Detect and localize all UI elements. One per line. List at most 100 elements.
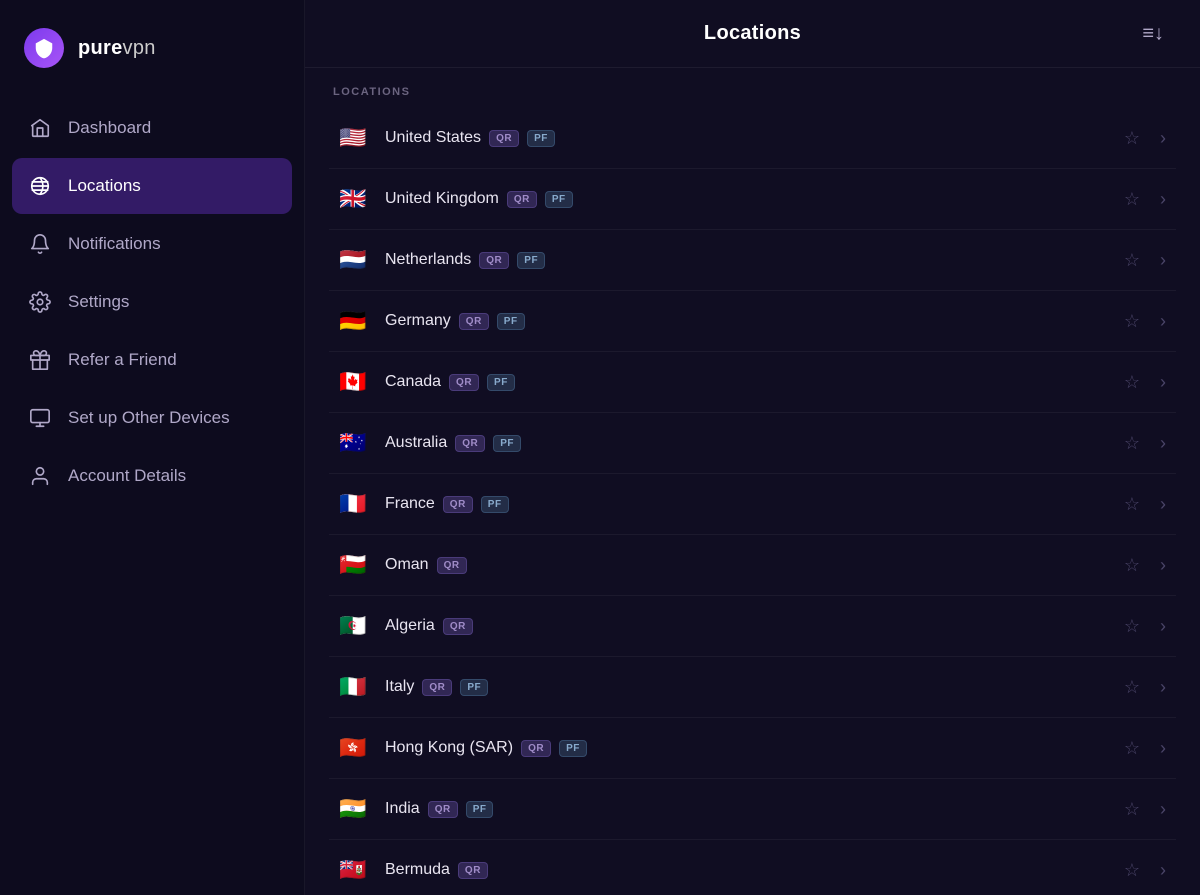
main-content: Locations ≡↓ LOCATIONS 🇺🇸United StatesQR… [305,0,1200,895]
row-actions: ☆› [1120,247,1170,273]
flag-icon: 🇮🇹 [335,669,371,705]
pf-badge: PF [487,374,515,391]
monitor-icon [28,406,52,430]
expand-button[interactable]: › [1156,186,1170,212]
gift-icon [28,348,52,372]
sidebar-item-refer[interactable]: Refer a Friend [12,332,292,388]
location-name: Bermuda [385,861,450,879]
sidebar-item-account[interactable]: Account Details [12,448,292,504]
qr-badge: QR [459,313,489,330]
location-name: United States [385,129,481,147]
expand-button[interactable]: › [1156,735,1170,761]
locations-container: 🇺🇸United StatesQRPF☆›🇬🇧United KingdomQRP… [329,108,1176,895]
flag-icon: 🇴🇲 [335,547,371,583]
favorite-button[interactable]: ☆ [1120,857,1144,883]
qr-badge: QR [455,435,485,452]
location-info: OmanQR [385,556,1106,574]
sidebar-item-setup[interactable]: Set up Other Devices [12,390,292,446]
sidebar: purevpn Dashboard Locations Notification… [0,0,305,895]
sidebar-item-notifications[interactable]: Notifications [12,216,292,272]
expand-button[interactable]: › [1156,308,1170,334]
logo-icon [24,28,64,68]
favorite-button[interactable]: ☆ [1120,430,1144,456]
sort-button[interactable]: ≡↓ [1134,16,1172,51]
favorite-button[interactable]: ☆ [1120,674,1144,700]
favorite-button[interactable]: ☆ [1120,491,1144,517]
favorite-button[interactable]: ☆ [1120,186,1144,212]
favorite-button[interactable]: ☆ [1120,369,1144,395]
expand-button[interactable]: › [1156,613,1170,639]
expand-button[interactable]: › [1156,247,1170,273]
favorite-button[interactable]: ☆ [1120,125,1144,151]
qr-badge: QR [479,252,509,269]
home-icon [28,116,52,140]
location-row[interactable]: 🇺🇸United StatesQRPF☆› [329,108,1176,169]
pf-badge: PF [517,252,545,269]
flag-icon: 🇮🇳 [335,791,371,827]
qr-badge: QR [489,130,519,147]
location-row[interactable]: 🇩🇿AlgeriaQR☆› [329,596,1176,657]
qr-badge: QR [458,862,488,879]
location-row[interactable]: 🇭🇰Hong Kong (SAR)QRPF☆› [329,718,1176,779]
expand-button[interactable]: › [1156,430,1170,456]
sidebar-item-settings[interactable]: Settings [12,274,292,330]
expand-button[interactable]: › [1156,125,1170,151]
sidebar-item-dashboard[interactable]: Dashboard [12,100,292,156]
location-info: AlgeriaQR [385,617,1106,635]
favorite-button[interactable]: ☆ [1120,735,1144,761]
favorite-button[interactable]: ☆ [1120,613,1144,639]
favorite-button[interactable]: ☆ [1120,552,1144,578]
sidebar-item-locations[interactable]: Locations [12,158,292,214]
expand-button[interactable]: › [1156,552,1170,578]
expand-button[interactable]: › [1156,369,1170,395]
location-info: Hong Kong (SAR)QRPF [385,739,1106,757]
expand-button[interactable]: › [1156,674,1170,700]
pf-badge: PF [466,801,494,818]
qr-badge: QR [422,679,452,696]
favorite-button[interactable]: ☆ [1120,796,1144,822]
location-name: Italy [385,678,414,696]
location-info: ItalyQRPF [385,678,1106,696]
row-actions: ☆› [1120,308,1170,334]
expand-button[interactable]: › [1156,491,1170,517]
expand-button[interactable]: › [1156,796,1170,822]
pf-badge: PF [493,435,521,452]
user-icon [28,464,52,488]
location-row[interactable]: 🇫🇷FranceQRPF☆› [329,474,1176,535]
location-info: FranceQRPF [385,495,1106,513]
location-row[interactable]: 🇴🇲OmanQR☆› [329,535,1176,596]
page-title: Locations [704,22,801,45]
flag-icon: 🇦🇺 [335,425,371,461]
location-name: United Kingdom [385,190,499,208]
location-row[interactable]: 🇩🇪GermanyQRPF☆› [329,291,1176,352]
location-row[interactable]: 🇦🇺AustraliaQRPF☆› [329,413,1176,474]
qr-badge: QR [428,801,458,818]
favorite-button[interactable]: ☆ [1120,308,1144,334]
favorite-button[interactable]: ☆ [1120,247,1144,273]
row-actions: ☆› [1120,186,1170,212]
location-name: Netherlands [385,251,471,269]
row-actions: ☆› [1120,430,1170,456]
sidebar-label-refer: Refer a Friend [68,350,177,370]
location-row[interactable]: 🇳🇱NetherlandsQRPF☆› [329,230,1176,291]
flag-icon: 🇩🇿 [335,608,371,644]
location-name: Hong Kong (SAR) [385,739,513,757]
location-info: Netherlands QR PF [385,251,1106,269]
sidebar-label-settings: Settings [68,292,129,312]
location-row[interactable]: 🇮🇳 India QR PF ☆ › [329,779,1176,840]
location-row[interactable]: 🇮🇹ItalyQRPF☆› [329,657,1176,718]
qr-badge: QR [443,618,473,635]
row-actions: ☆› [1120,735,1170,761]
location-row[interactable]: 🇬🇧United KingdomQRPF☆› [329,169,1176,230]
location-name: India [385,800,420,818]
row-actions: ☆› [1120,552,1170,578]
location-info: GermanyQRPF [385,312,1106,330]
location-row[interactable]: 🇨🇦CanadaQRPF☆› [329,352,1176,413]
row-actions: ☆› [1120,369,1170,395]
location-row[interactable]: 🇧🇲BermudaQR☆› [329,840,1176,895]
sidebar-label-setup: Set up Other Devices [68,408,230,428]
expand-button[interactable]: › [1156,857,1170,883]
globe-icon [28,174,52,198]
flag-icon: 🇬🇧 [335,181,371,217]
row-actions: ☆› [1120,613,1170,639]
